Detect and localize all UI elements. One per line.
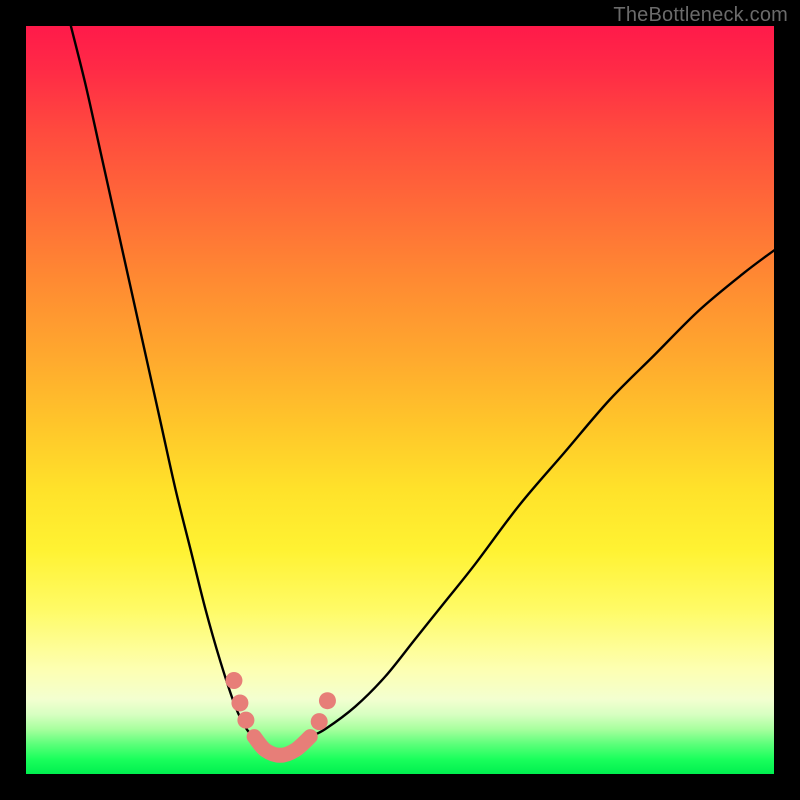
left-shoulder-dots [225, 672, 254, 729]
valley-floor-highlight [254, 737, 310, 756]
highlight-dot [225, 672, 242, 689]
plot-area [26, 26, 774, 774]
highlight-dot [319, 692, 336, 709]
curve-layer [26, 26, 774, 774]
highlight-dot [237, 712, 254, 729]
left-descent-curve [71, 26, 254, 737]
watermark-text: TheBottleneck.com [613, 4, 788, 27]
highlight-dot [231, 694, 248, 711]
right-ascent-curve [310, 250, 774, 736]
highlight-dot [311, 713, 328, 730]
outer-frame: TheBottleneck.com [0, 0, 800, 800]
